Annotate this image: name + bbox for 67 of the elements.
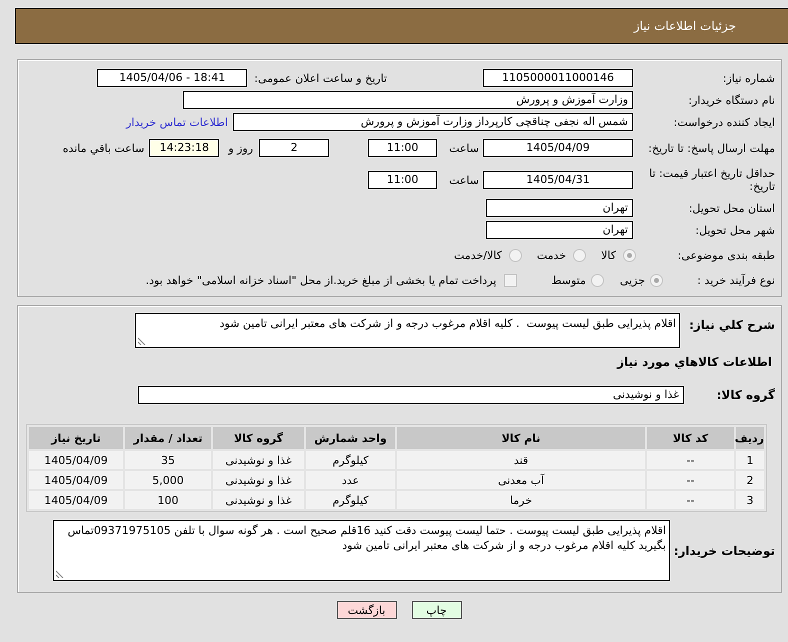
field-label: مهلت ارسال پاسخ: تا تاریخ: [647,142,775,154]
field-label: تاریخ و ساعت اعلان عمومی: [254,72,387,84]
field-label: طبقه بندی موضوعی: [676,248,775,262]
field-label: نام دستگاه خریدار: [687,94,775,106]
province-field[interactable]: تهران [486,199,633,217]
table-cell: 2 [736,471,764,489]
table-cell: 100 [125,491,211,509]
column-header: تعداد / مقدار [125,427,211,449]
need-number-field[interactable]: 1105000011000146 [483,69,633,87]
city-field[interactable]: تهران [486,221,633,239]
table-cell: 3 [736,491,764,509]
field-label: نوع فرآیند خرید : [696,274,775,286]
table-cell: کیلوگرم [306,491,395,509]
time-field[interactable]: 11:00 [368,139,438,157]
table-cell: -- [647,471,734,489]
table-cell: -- [647,491,734,509]
field-label: شهر محل تحویل: [694,224,775,236]
table-cell: قند [397,451,645,469]
time-field[interactable]: 11:00 [368,171,438,189]
table-cell: 1 [736,451,764,469]
field-label: گروه کالا: [716,388,775,402]
table-cell: -- [647,451,734,469]
table-cell: آب معدنی [397,471,645,489]
table-cell: 35 [125,451,211,469]
goods-group-field[interactable]: غذا و نوشیدنی [138,386,684,404]
column-header: تاریخ نیاز [29,427,123,449]
column-header: گروه کالا [213,427,304,449]
section-title: اطلاعات کالاهاي مورد نیاز [616,354,772,370]
date-field[interactable]: 1405/04/31 [483,171,633,189]
table-cell: کیلوگرم [306,451,395,469]
field-label: شماره نیاز: [722,72,775,84]
column-header: نام کالا [397,427,645,449]
field-label: شرح کلي نیاز: [688,317,775,332]
date-field[interactable]: 1405/04/09 [483,139,633,157]
announce-date-field[interactable]: 1405/04/06 - 18:41 [97,69,248,87]
column-header: ردیف [736,427,764,449]
table-cell: 5,000 [125,471,211,489]
table-cell: غذا و نوشیدنی [213,471,304,489]
print-button[interactable]: چاپ [412,601,462,619]
buyer-contact-link[interactable]: اطلاعات تماس خریدار [126,116,228,128]
time-label: ساعت [449,174,479,186]
table-cell: غذا و نوشیدنی [213,451,304,469]
field-label: حداقل تاریخ اعتبار قیمت: تا تاریخ: [648,167,775,193]
field-label: استان محل تحویل: [688,202,775,214]
page-title: جزئیات اطلاعات نیاز [634,19,736,33]
field-label: ایجاد کننده درخواست: [672,116,775,128]
buyer-org-field[interactable]: وزارت آموزش و پرورش [183,91,633,109]
days-label: روز و [228,142,254,154]
resize-grip-icon[interactable] [56,570,64,578]
field-label: توضیحات خریدار: [672,544,775,558]
table-cell: خرما [397,491,645,509]
table-cell: عدد [306,471,395,489]
back-button[interactable]: بازگشت [336,601,396,619]
description-field[interactable]: اقلام پذیرایی طبق لیست پیوست . کلیه اقلام مرغوب درجه و از شرکت های معتبر ایرانی تامین شود [135,313,680,348]
time-label: ساعت [449,142,479,154]
remaining-time-field[interactable]: 14:23:18 [149,139,220,157]
table-cell: 1405/04/09 [29,471,123,489]
table-cell: 1405/04/09 [29,491,123,509]
notes-field[interactable]: اقلام پذیرایی طبق لیست پیوست . حتما لیست پیوست دقت کنید 16قلم صحیح است . هر گونه سوال با تلفن 09371975105تماس بگیرید کلیه اقلام مرغوب درجه و از شرکت های معتبر ایرانی تامین شود [53,520,670,581]
days-field[interactable]: 2 [259,139,330,157]
remaining-label: ساعت باقي مانده [62,142,144,154]
table-cell: غذا و نوشیدنی [213,491,304,509]
resize-grip-icon[interactable] [138,337,146,345]
column-header: واحد شمارش [306,427,395,449]
column-header: کد کالا [647,427,734,449]
table-cell: 1405/04/09 [29,451,123,469]
requester-field[interactable]: شمس اله نجفی چناقچی کارپرداز وزارت آموزش و پرورش [233,113,633,131]
